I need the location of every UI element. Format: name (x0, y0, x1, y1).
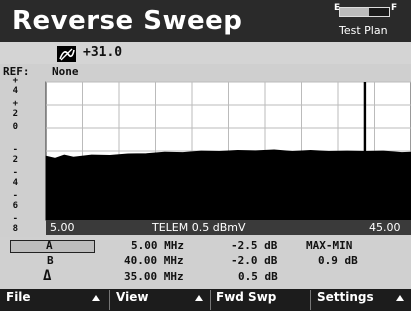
marker-a-label[interactable]: A (46, 239, 53, 252)
settings-menu-arrow-icon (396, 295, 404, 301)
marker-b-frequency: 40.00 MHz (124, 254, 184, 267)
page-title: Reverse Sweep (12, 6, 243, 36)
view-softkey[interactable]: View (116, 290, 148, 310)
battery-fill (340, 8, 370, 16)
view-menu-arrow-icon (195, 295, 203, 301)
marker-a-level: -2.5 dB (231, 239, 278, 252)
y-tick-label: - 4 (12, 168, 18, 188)
settings-softkey[interactable]: Settings (317, 290, 374, 310)
max-min-value: 0.9 dB (318, 254, 358, 267)
test-plan-label: Test Plan (339, 24, 388, 37)
delta-level: 0.5 dB (238, 270, 278, 283)
marker-b-level: -2.0 dB (231, 254, 278, 267)
max-min-label: MAX-MIN (306, 239, 353, 252)
telemetry-readout: TELEM 0.5 dBmV (152, 221, 246, 234)
fwd-swp-softkey[interactable]: Fwd Swp (216, 290, 276, 310)
file-menu-arrow-icon (92, 295, 100, 301)
delta-label: Δ (43, 268, 52, 284)
reference-value: None (52, 65, 79, 78)
softkey-divider (210, 290, 211, 310)
sweep-chart[interactable] (0, 80, 411, 238)
signal-meter-icon (57, 46, 76, 62)
softkey-divider (109, 290, 110, 310)
sweep-plot[interactable] (0, 80, 411, 238)
battery-icon (339, 7, 390, 17)
battery-full-label: F (391, 3, 398, 13)
y-tick-label: - 2 (12, 145, 18, 165)
softkey-divider (310, 290, 311, 310)
file-softkey[interactable]: File (6, 290, 31, 310)
sweep-trace-area (45, 149, 411, 221)
y-tick-label: + 4 (12, 76, 18, 96)
y-tick-label: 0 (12, 122, 18, 132)
delta-frequency: 35.00 MHz (124, 270, 184, 283)
marker-a-frequency: 5.00 MHz (131, 239, 184, 252)
stop-frequency: 45.00 (369, 221, 401, 234)
meter-reading: +31.0 (83, 45, 123, 60)
y-tick-label: + 2 (12, 99, 18, 119)
y-tick-label: - 6 (12, 191, 18, 211)
start-frequency: 5.00 (50, 221, 75, 234)
analyzer-screen: Reverse Sweep E F Test Plan +31.0 REF: N… (0, 0, 411, 311)
y-tick-label: - 8 (12, 214, 18, 234)
marker-b-label[interactable]: B (47, 254, 54, 267)
